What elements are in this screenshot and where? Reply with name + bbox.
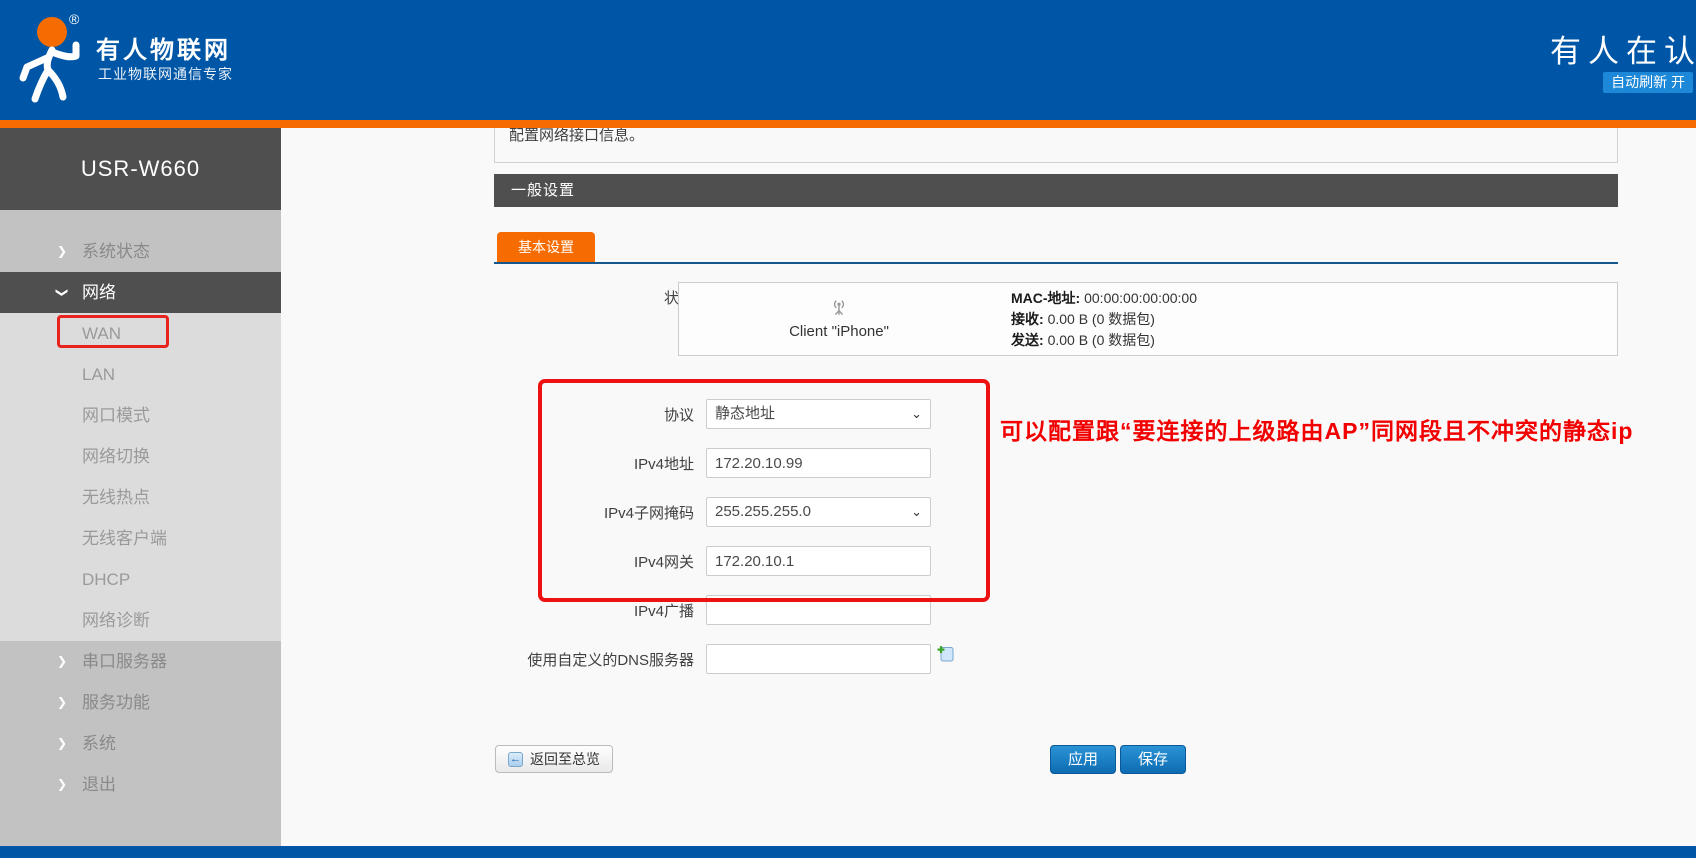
sidebar-item-port-mode[interactable]: 网口模式 (0, 395, 281, 436)
ipv4-netmask-label: IPv4子网掩码 (494, 502, 706, 523)
status-label: 状态 (494, 282, 706, 308)
tab-basic-settings[interactable]: 基本设置 (497, 232, 595, 262)
status-tx-line: 发送: 0.00 B (0 数据包) (1011, 330, 1617, 351)
brand-title: 有人物联网 (96, 30, 231, 65)
antenna-icon (830, 298, 848, 316)
button-row: ← 返回至总览 应用 保存 (494, 745, 1618, 775)
sidebar: USR-W660 ❯ 系统状态 ❯ 网络 WAN LAN 网口模式 网络切换 无… (0, 128, 281, 846)
status-client: Client "iPhone" (679, 298, 999, 340)
sidebar-item-system[interactable]: ❯ 系统 (0, 723, 281, 764)
footer-bar (0, 846, 1696, 858)
sidebar-item-logout[interactable]: ❯ 退出 (0, 764, 281, 805)
sidebar-item-network[interactable]: ❯ 网络 (0, 272, 281, 313)
sidebar-item-dhcp[interactable]: DHCP (0, 559, 281, 600)
chevron-right-icon: ❯ (57, 723, 67, 764)
sidebar-item-system-status[interactable]: ❯ 系统状态 (0, 231, 281, 272)
chevron-down-icon: ❯ (57, 272, 67, 313)
sidebar-item-wireless-client[interactable]: 无线客户端 (0, 518, 281, 559)
ipv4-gateway-input[interactable] (706, 546, 931, 576)
top-header: ® 有人物联网 工业物联网通信专家 有人在认 自动刷新 开 (0, 0, 1696, 120)
ipv4-address-label: IPv4地址 (494, 453, 706, 474)
sidebar-item-lan[interactable]: LAN (0, 354, 281, 395)
ipv4-broadcast-input[interactable] (706, 595, 931, 625)
sidebar-item-wan[interactable]: WAN (0, 313, 281, 354)
status-rx-line: 接收: 0.00 B (0 数据包) (1011, 309, 1617, 330)
custom-dns-label: 使用自定义的DNS服务器 (494, 649, 706, 670)
custom-dns-input[interactable] (706, 644, 931, 674)
wan-settings-form: 状态 Client "iPhone" MAC- (494, 264, 1618, 775)
add-entry-icon (937, 645, 954, 662)
protocol-label: 协议 (494, 404, 706, 425)
sidebar-menu: ❯ 系统状态 ❯ 网络 WAN LAN 网口模式 网络切换 无线热点 无线客户端… (0, 210, 281, 805)
section-title: 一般设置 (494, 174, 1618, 207)
ipv4-broadcast-row: IPv4广播 (494, 595, 1618, 625)
sidebar-item-network-diagnosis[interactable]: 网络诊断 (0, 600, 281, 641)
apply-button[interactable]: 应用 (1050, 745, 1116, 774)
chevron-down-icon: ⌄ (911, 498, 922, 526)
status-client-name: Client "iPhone" (679, 323, 999, 340)
static-ip-note: 可以配置跟“要连接的上级路由AP”同网段且不冲突的静态ip (1000, 412, 1633, 446)
brand-logo: ® (10, 6, 94, 110)
ipv4-broadcast-label: IPv4广播 (494, 600, 706, 621)
device-name: USR-W660 (0, 128, 281, 210)
back-arrow-icon: ← (508, 752, 523, 767)
chevron-right-icon: ❯ (57, 764, 67, 805)
sidebar-item-serial-server[interactable]: ❯ 串口服务器 (0, 641, 281, 682)
protocol-select[interactable]: 静态地址 ⌄ (706, 399, 931, 429)
usr-mascot-icon: ® (10, 6, 94, 106)
ipv4-netmask-row: IPv4子网掩码 255.255.255.0 ⌄ (494, 497, 1618, 527)
back-to-overview-button[interactable]: ← 返回至总览 (495, 745, 613, 773)
page-intro-box: 配置网络接口信息。 (494, 128, 1618, 163)
main-content: 配置网络接口信息。 一般设置 基本设置 状态 (494, 128, 1618, 775)
save-button[interactable]: 保存 (1120, 745, 1186, 774)
brand-subtitle: 工业物联网通信专家 (98, 64, 233, 84)
accent-divider (0, 120, 1696, 128)
chevron-down-icon: ⌄ (911, 400, 922, 428)
header-slogan: 有人在认 (1550, 26, 1696, 71)
ipv4-netmask-select[interactable]: 255.255.255.0 ⌄ (706, 497, 931, 527)
auto-refresh-toggle[interactable]: 自动刷新 开 (1603, 72, 1693, 93)
sidebar-item-service-function[interactable]: ❯ 服务功能 (0, 682, 281, 723)
add-dns-button[interactable] (937, 645, 954, 667)
status-row: 状态 Client "iPhone" MAC- (494, 282, 1618, 356)
ipv4-address-input[interactable] (706, 448, 931, 478)
tab-strip: 基本设置 (494, 232, 1618, 264)
ipv4-address-row: IPv4地址 (494, 448, 1618, 478)
chevron-right-icon: ❯ (57, 231, 67, 272)
status-box: Client "iPhone" MAC-地址: 00:00:00:00:00:0… (678, 282, 1618, 356)
status-details: MAC-地址: 00:00:00:00:00:00 接收: 0.00 B (0 … (999, 288, 1617, 351)
ipv4-gateway-label: IPv4网关 (494, 551, 706, 572)
sidebar-item-network-switch[interactable]: 网络切换 (0, 436, 281, 477)
page-intro-text: 配置网络接口信息。 (509, 128, 1617, 145)
svg-text:®: ® (69, 11, 80, 27)
sidebar-item-wireless-hotspot[interactable]: 无线热点 (0, 477, 281, 518)
chevron-right-icon: ❯ (57, 641, 67, 682)
ipv4-gateway-row: IPv4网关 (494, 546, 1618, 576)
chevron-right-icon: ❯ (57, 682, 67, 723)
status-mac-line: MAC-地址: 00:00:00:00:00:00 (1011, 288, 1617, 309)
custom-dns-row: 使用自定义的DNS服务器 (494, 644, 1618, 674)
